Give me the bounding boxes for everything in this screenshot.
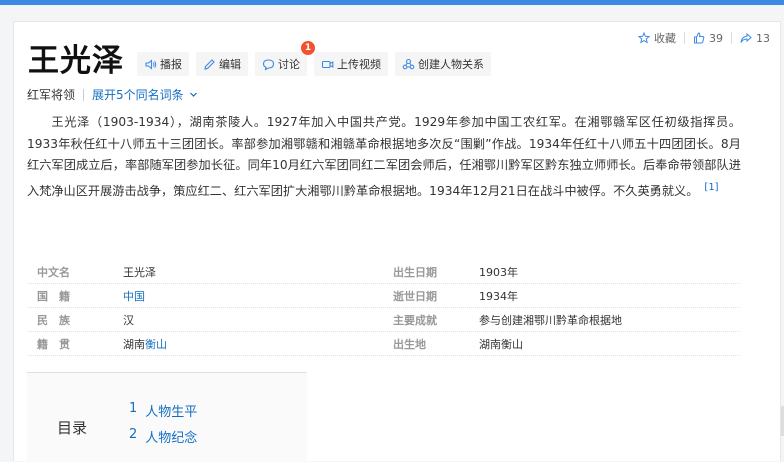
- info-row: 民 族 汉 主要成就 参与创建湘鄂川黔革命根据地: [27, 308, 740, 332]
- info-key: 逝世日期: [393, 289, 437, 303]
- toc-item-number: 2: [129, 427, 138, 442]
- toc-item-biography[interactable]: 1 人物生平: [129, 401, 197, 427]
- info-key: 出生日期: [393, 265, 437, 279]
- lemma-toolbar: 播报 编辑 讨论 1 上传视频 创建人物关系: [137, 41, 491, 76]
- top-accent-bar: [0, 0, 784, 5]
- info-value: 汉: [123, 313, 134, 327]
- create-relation-label: 创建人物关系: [418, 58, 484, 71]
- info-row: 国 籍 中国 逝世日期 1934年: [27, 284, 740, 308]
- native-place-prefix: 湖南: [123, 337, 145, 351]
- toc-label: 目录: [57, 419, 88, 437]
- people-icon: [402, 58, 415, 69]
- summary-text: 王光泽（1903-1934），湖南茶陵人。1927年加入中国共产党。1929年参…: [27, 115, 741, 198]
- info-value: 参与创建湘鄂川黔革命根据地: [479, 313, 622, 327]
- upload-video-button[interactable]: 上传视频: [314, 52, 388, 76]
- lemma-summary: 王光泽（1903-1934），湖南茶陵人。1927年加入中国共产党。1929年参…: [27, 112, 741, 202]
- reference-link[interactable]: [1]: [704, 182, 718, 193]
- pencil-icon: [204, 58, 215, 70]
- basic-info-table: 中文名 王光泽 出生日期 1903年 国 籍 中国 逝世日期 1934年 民 族 汉 主要…: [27, 260, 740, 356]
- info-value: 1934年: [479, 289, 518, 303]
- lemma-subtitle-row: 红军将领 展开5个同名词条: [27, 86, 198, 103]
- discuss-button[interactable]: 讨论 1: [255, 41, 315, 76]
- edit-button[interactable]: 编辑: [196, 52, 248, 76]
- favorite-label: 收藏: [654, 32, 676, 45]
- toc-item-text: 人物纪念: [145, 431, 198, 446]
- expand-same-name-link[interactable]: 展开5个同名词条: [92, 86, 184, 103]
- upload-video-label: 上传视频: [337, 58, 381, 71]
- chevron-down-icon: [189, 92, 197, 97]
- info-row: 籍 贯 湖南衡山 出生地 湖南衡山: [27, 332, 740, 356]
- thumbs-up-icon: [694, 32, 705, 44]
- share-icon: [740, 32, 752, 43]
- broadcast-button[interactable]: 播报: [137, 52, 189, 76]
- info-row: 中文名 王光泽 出生日期 1903年: [27, 260, 740, 284]
- discuss-count-badge: 1: [301, 41, 315, 55]
- info-key: 主要成就: [393, 313, 437, 327]
- divider: [731, 32, 732, 44]
- native-place-link[interactable]: 衡山: [145, 338, 167, 351]
- discuss-label: 讨论: [278, 58, 300, 71]
- info-key: 中文名: [37, 265, 70, 279]
- speaker-icon: [145, 58, 157, 70]
- info-key: 民 族: [37, 313, 70, 327]
- info-value: 1903年: [479, 265, 518, 279]
- edit-label: 编辑: [219, 58, 241, 71]
- toc-item-text: 人物生平: [145, 405, 198, 420]
- info-key: 籍 贯: [37, 337, 70, 351]
- like-count: 39: [709, 31, 723, 45]
- favorite-button[interactable]: 收藏: [638, 30, 676, 46]
- lemma-actions: 收藏 39 13: [638, 30, 770, 46]
- info-value: 王光泽: [123, 265, 156, 279]
- create-relation-button[interactable]: 创建人物关系: [395, 52, 491, 76]
- info-key: 国 籍: [37, 289, 70, 303]
- broadcast-label: 播报: [160, 58, 182, 71]
- like-button[interactable]: 39: [693, 32, 723, 45]
- nationality-link[interactable]: 中国: [123, 290, 145, 303]
- toc-item-number: 1: [129, 401, 138, 416]
- table-of-contents: 目录 1 人物生平 2 人物纪念: [27, 372, 307, 462]
- toc-item-memorial[interactable]: 2 人物纪念: [129, 427, 197, 453]
- star-icon: [638, 32, 650, 44]
- info-key: 出生地: [393, 337, 426, 351]
- page-title: 王光泽: [28, 43, 124, 79]
- divider: [684, 32, 685, 44]
- share-count: 13: [756, 31, 770, 45]
- lemma-description: 红军将领: [27, 88, 76, 102]
- share-button[interactable]: 13: [740, 32, 770, 45]
- chat-bubble-icon: [262, 58, 275, 71]
- info-value: 湖南衡山: [479, 337, 523, 351]
- video-camera-icon: [321, 60, 334, 68]
- divider: [83, 88, 85, 101]
